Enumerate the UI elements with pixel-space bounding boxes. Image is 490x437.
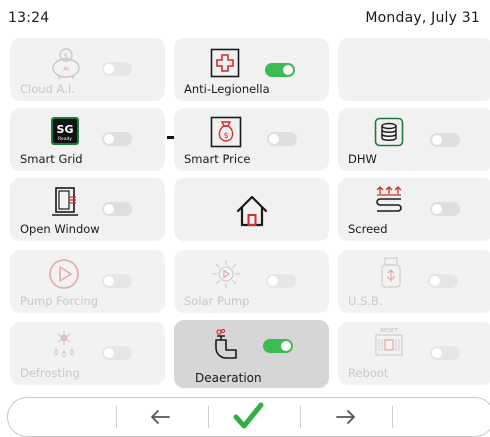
solar-pump-icon (210, 258, 242, 290)
dhw-toggle[interactable] (430, 133, 460, 147)
tile-label: Cloud A.I. (20, 82, 75, 96)
svg-text:SG: SG (57, 123, 74, 136)
reboot-toggle (430, 346, 460, 360)
arrow-left-icon (151, 410, 170, 424)
bottom-nav-bar (7, 397, 490, 437)
deaeration-toggle[interactable] (263, 339, 293, 353)
forward-button[interactable] (326, 402, 366, 432)
tile-label: Screed (348, 222, 388, 236)
screed-heating-icon (374, 184, 404, 218)
solar-pump-toggle (266, 274, 296, 288)
tile-label: Reboot (348, 366, 389, 380)
tile-label: Smart Price (184, 152, 251, 166)
tile-label: Deaeration (195, 371, 262, 385)
water-tank-icon (374, 117, 404, 147)
deaeration-valve-icon (210, 328, 242, 362)
tile-label: Open Window (20, 222, 100, 236)
anti-legionella-toggle[interactable] (265, 63, 295, 77)
tile-label: Pump Forcing (20, 294, 99, 308)
tile-deaeration[interactable]: Deaeration (174, 320, 329, 388)
smart-price-toggle[interactable] (267, 132, 297, 146)
tile-smart-grid[interactable]: SG Ready Smart Grid (10, 108, 165, 171)
tile-solar-pump: Solar Pump (174, 250, 329, 313)
checkmark-icon (233, 402, 264, 429)
smart-grid-toggle[interactable] (102, 132, 132, 146)
tile-label: Smart Grid (20, 152, 83, 166)
tile-reboot: RESET Reboot (338, 322, 490, 385)
svg-text:RESET: RESET (380, 328, 398, 334)
tile-screed[interactable]: Screed (338, 178, 490, 241)
tile-label: Defrosting (20, 366, 80, 380)
reset-reboot-icon: RESET (374, 326, 404, 360)
tile-cloud-ai: $ AI Cloud A.I. (10, 38, 165, 101)
tile-label: U.S.B. (348, 294, 383, 308)
tile-empty (338, 38, 490, 101)
nav-divider (208, 406, 209, 428)
usb-toggle (428, 274, 458, 288)
clock-date: Monday, July 31 (365, 10, 480, 26)
confirm-button[interactable] (228, 398, 268, 429)
pump-play-icon (48, 258, 80, 290)
money-bag-icon: $ (210, 116, 242, 148)
clock-time: 13:24 (8, 10, 50, 26)
arrow-right-icon (336, 410, 355, 424)
tile-smart-price[interactable]: $ Smart Price (174, 108, 329, 171)
tile-usb: U.S.B. (338, 250, 490, 313)
defrost-icon (48, 328, 80, 360)
medical-cross-icon (210, 48, 240, 78)
tile-home[interactable] (174, 178, 329, 241)
sg-ready-icon: SG Ready (50, 116, 80, 146)
tile-label: DHW (348, 152, 377, 166)
svg-text:$: $ (64, 52, 68, 60)
svg-text:AI: AI (63, 66, 69, 73)
svg-text:Ready: Ready (58, 136, 72, 142)
svg-text:$: $ (223, 131, 228, 140)
nav-divider (116, 406, 117, 428)
tile-pump-forcing: Pump Forcing (10, 250, 165, 313)
tile-dhw[interactable]: DHW (338, 108, 490, 171)
nav-divider (392, 406, 393, 428)
pump-forcing-toggle (102, 274, 132, 288)
tile-anti-legionella[interactable]: Anti-Legionella (174, 38, 329, 101)
back-button[interactable] (140, 402, 180, 432)
status-bar: 13:24 Monday, July 31 (0, 0, 490, 36)
nav-divider (300, 406, 301, 428)
screed-toggle[interactable] (430, 202, 460, 216)
tile-label: Anti-Legionella (184, 82, 270, 96)
usb-icon (378, 256, 404, 290)
open-window-toggle[interactable] (102, 202, 132, 216)
tile-open-window[interactable]: Open Window (10, 178, 165, 241)
tile-label: Solar Pump (184, 294, 250, 308)
cloud-ai-toggle (102, 62, 132, 76)
defrosting-toggle (102, 346, 132, 360)
tile-defrosting: Defrosting (10, 322, 165, 385)
piggy-bank-ai-icon: $ AI (48, 46, 84, 80)
home-icon (234, 193, 270, 229)
open-window-icon (50, 186, 80, 218)
